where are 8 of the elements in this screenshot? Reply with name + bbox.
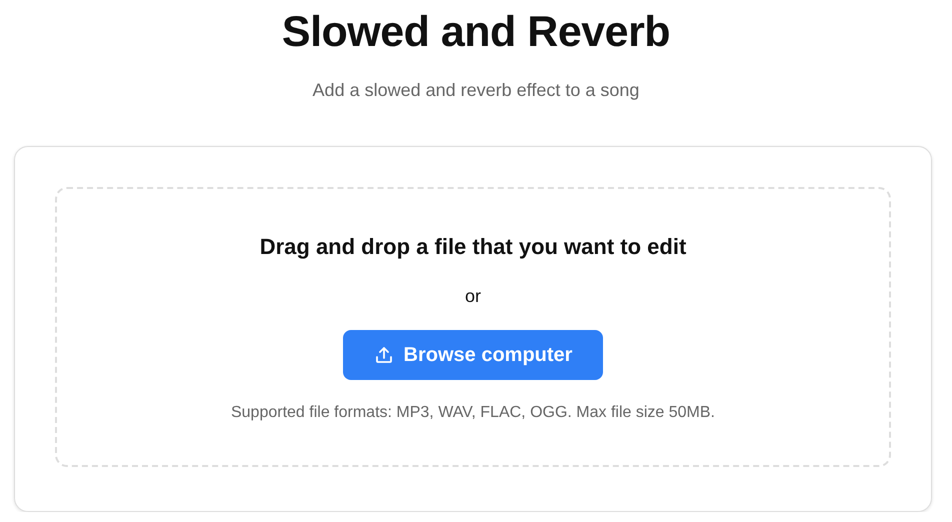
browse-button[interactable]: Browse computer: [343, 330, 603, 380]
page-subtitle: Add a slowed and reverb effect to a song: [312, 79, 640, 102]
drop-heading: Drag and drop a file that you want to edit: [260, 233, 686, 261]
supported-formats-note: Supported file formats: MP3, WAV, FLAC, OGG. Max file size 50MB.: [230, 403, 715, 423]
page-title: Slowed and Reverb: [282, 7, 670, 58]
or-separator: or: [464, 285, 481, 308]
upload-icon: [374, 345, 394, 365]
drop-zone[interactable]: Drag and drop a file that you want to edit or Browse computer Supported file formats: MP3, WAV, FLAC, OGG. Max file size 50MB.: [55, 187, 891, 467]
